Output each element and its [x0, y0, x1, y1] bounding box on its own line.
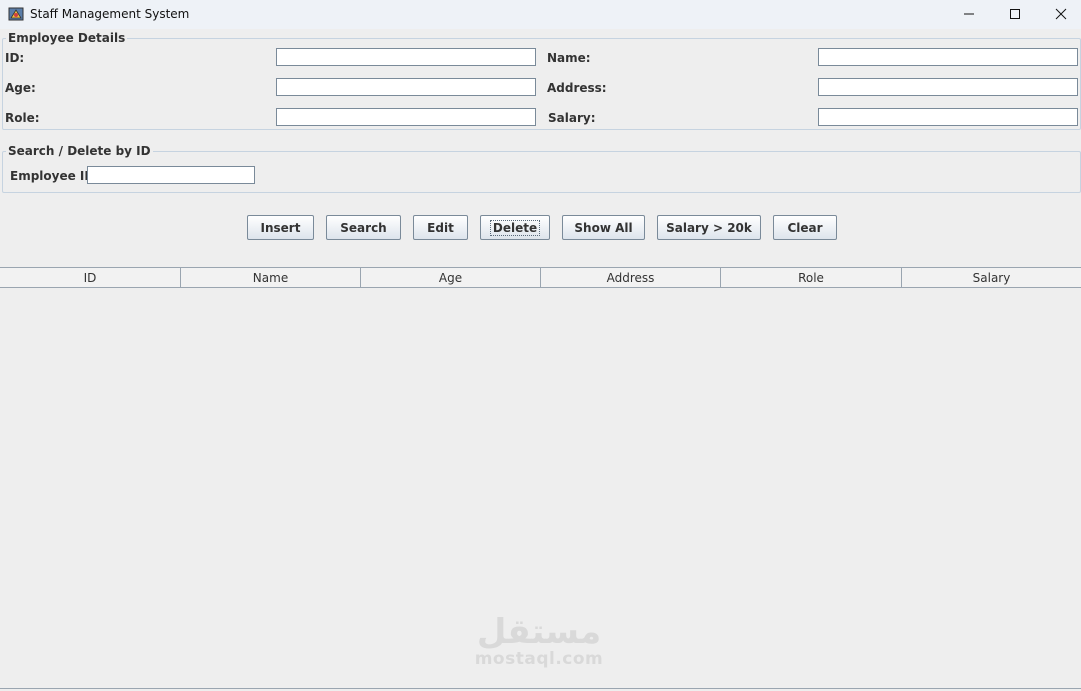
column-header-address[interactable]: Address [541, 268, 721, 287]
edit-button[interactable]: Edit [413, 215, 468, 240]
show-all-button[interactable]: Show All [562, 215, 645, 240]
employee-id-field[interactable] [87, 166, 255, 184]
minimize-button[interactable] [946, 0, 992, 29]
window-title: Staff Management System [30, 7, 190, 21]
insert-button-label: Insert [260, 220, 301, 235]
column-header-salary[interactable]: Salary [902, 268, 1081, 287]
insert-button[interactable]: Insert [247, 215, 314, 240]
id-label: ID: [5, 51, 25, 65]
search-delete-legend: Search / Delete by ID [8, 144, 151, 158]
watermark-latin: mostaql.com [474, 649, 604, 669]
show-all-button-label: Show All [574, 220, 633, 235]
column-header-id[interactable]: ID [0, 268, 181, 287]
clear-button[interactable]: Clear [773, 215, 837, 240]
maximize-icon [1010, 9, 1020, 19]
close-icon [1055, 8, 1067, 20]
id-field[interactable] [276, 48, 536, 66]
employee-id-label: Employee ID: [10, 169, 100, 183]
maximize-button[interactable] [992, 0, 1038, 29]
address-field[interactable] [818, 78, 1078, 96]
close-button[interactable] [1038, 0, 1081, 29]
mostaql-watermark: مستقل mostaql.com [472, 614, 606, 668]
column-header-role[interactable]: Role [721, 268, 902, 287]
java-app-icon [8, 7, 24, 21]
column-header-name[interactable]: Name [181, 268, 361, 287]
role-field[interactable] [276, 108, 536, 126]
employee-details-legend: Employee Details [8, 31, 126, 45]
search-button-label: Search [340, 220, 387, 235]
delete-button[interactable]: Delete [480, 215, 550, 240]
age-field[interactable] [276, 78, 536, 96]
address-label: Address: [547, 81, 607, 95]
edit-button-label: Edit [427, 220, 454, 235]
salary-filter-button[interactable]: Salary > 20k [657, 215, 761, 240]
clear-button-label: Clear [787, 220, 823, 235]
salary-filter-button-label: Salary > 20k [666, 220, 752, 235]
name-label: Name: [547, 51, 591, 65]
title-bar: Staff Management System [0, 0, 1081, 29]
table-header: ID Name Age Address Role Salary [0, 267, 1081, 288]
salary-label: Salary: [548, 111, 596, 125]
minimize-icon [964, 13, 974, 15]
delete-button-label: Delete [489, 219, 541, 236]
table-bottom-border [0, 688, 1081, 689]
column-header-age[interactable]: Age [361, 268, 541, 287]
search-button[interactable]: Search [326, 215, 401, 240]
salary-field[interactable] [818, 108, 1078, 126]
role-label: Role: [5, 111, 40, 125]
name-field[interactable] [818, 48, 1078, 66]
watermark-arabic: مستقل [476, 612, 602, 652]
age-label: Age: [5, 81, 36, 95]
